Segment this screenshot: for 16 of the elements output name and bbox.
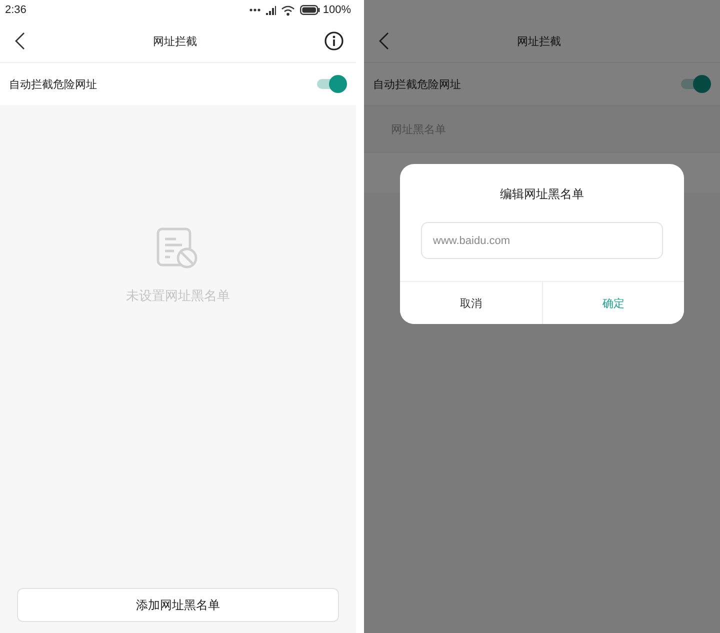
battery-icon [300,5,320,15]
status-time: 2:36 [5,4,26,16]
signal-icon [266,6,276,14]
info-icon[interactable] [324,31,344,51]
more-icon [248,8,261,12]
add-button[interactable]: 添加网址黑名单 [17,588,339,622]
blocked-list-icon [156,227,200,271]
page-title: 网址拦截 [153,34,197,48]
dialog-title: 编辑网址黑名单 [500,186,584,203]
setting-label: 自动拦截危险网址 [9,78,97,92]
back-icon[interactable] [14,32,26,50]
wifi-icon [280,4,295,16]
url-input-field[interactable]: www.baidu.com [421,222,663,259]
battery-level: 100% [322,4,351,16]
page-title: 网址拦截 [517,34,561,48]
setting-label: 自动拦截危险网址 [373,78,461,92]
